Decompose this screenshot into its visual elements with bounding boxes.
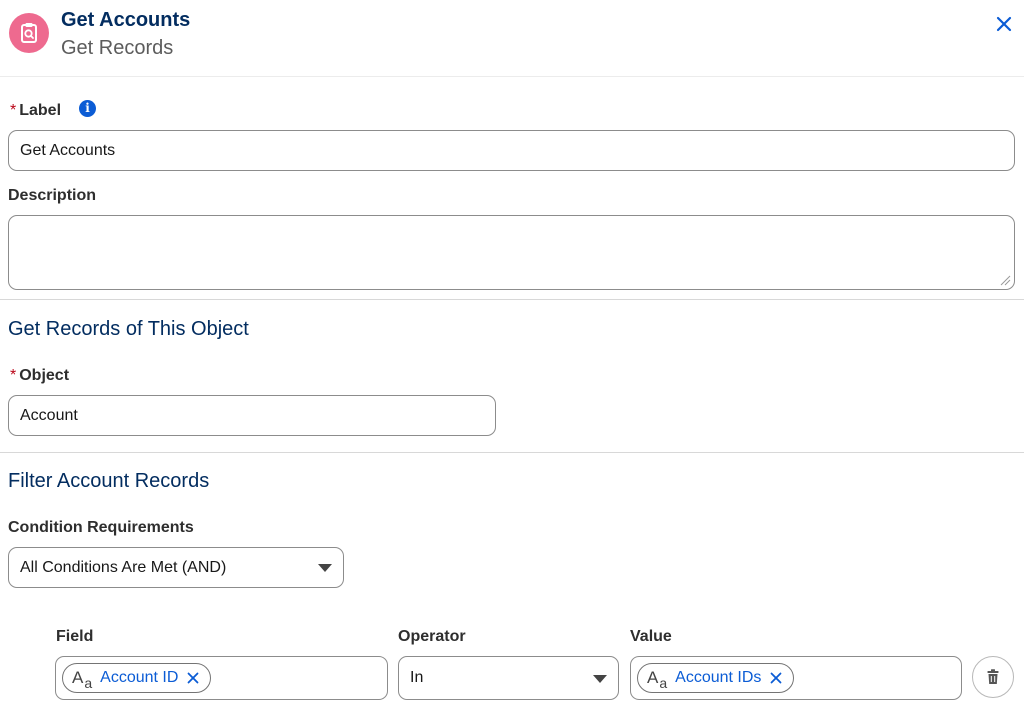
filter-section-heading: Filter Account Records — [8, 470, 210, 492]
object-field-label: * Object — [10, 367, 69, 385]
label-field-label: * Label — [10, 102, 61, 120]
close-icon[interactable] — [994, 14, 1014, 34]
field-pill[interactable]: Aa Account ID — [62, 663, 212, 693]
trash-icon — [987, 669, 999, 684]
description-field-label: Description — [8, 187, 97, 204]
operator-value: In — [410, 669, 424, 686]
resize-grip-icon[interactable] — [999, 274, 1011, 286]
value-input[interactable]: Aa Account IDs — [630, 656, 962, 700]
text-type-icon: Aa — [72, 668, 93, 691]
label-input-value: Get Accounts — [20, 141, 116, 159]
condition-requirements-value: All Conditions Are Met (AND) — [20, 558, 227, 576]
section-divider — [0, 299, 1024, 300]
panel-header: Get Accounts Get Records — [0, 0, 1024, 77]
chevron-down-icon — [593, 675, 607, 683]
panel-subtitle: Get Records — [61, 37, 174, 59]
text-type-icon: Aa — [647, 668, 668, 691]
operator-column-header: Operator — [398, 628, 466, 645]
condition-requirements-select[interactable]: All Conditions Are Met (AND) — [8, 547, 344, 588]
condition-requirements-label: Condition Requirements — [8, 519, 194, 536]
field-pill-label: Account ID — [100, 669, 179, 686]
object-field-text: Object — [19, 367, 70, 384]
field-column-header: Field — [56, 628, 94, 645]
label-field-text: Label — [19, 102, 62, 119]
value-pill[interactable]: Aa Account IDs — [637, 663, 795, 693]
operator-select[interactable]: In — [398, 656, 619, 700]
description-textarea[interactable] — [8, 215, 1015, 290]
delete-condition-button[interactable] — [972, 656, 1014, 698]
object-section-heading: Get Records of This Object — [8, 318, 249, 340]
value-pill-label: Account IDs — [675, 669, 762, 686]
field-input[interactable]: Aa Account ID — [55, 656, 388, 700]
object-input[interactable]: Account — [8, 395, 496, 436]
required-marker: * — [10, 367, 17, 384]
info-icon[interactable]: i — [79, 100, 96, 117]
panel-title: Get Accounts — [61, 9, 191, 31]
get-records-icon — [9, 13, 49, 53]
remove-pill-icon[interactable] — [186, 671, 200, 685]
label-input[interactable]: Get Accounts — [8, 130, 1015, 171]
chevron-down-icon — [318, 564, 332, 572]
required-marker: * — [10, 102, 17, 119]
value-column-header: Value — [630, 628, 672, 645]
section-divider — [0, 452, 1024, 453]
object-input-value: Account — [20, 406, 78, 424]
remove-pill-icon[interactable] — [769, 671, 783, 685]
